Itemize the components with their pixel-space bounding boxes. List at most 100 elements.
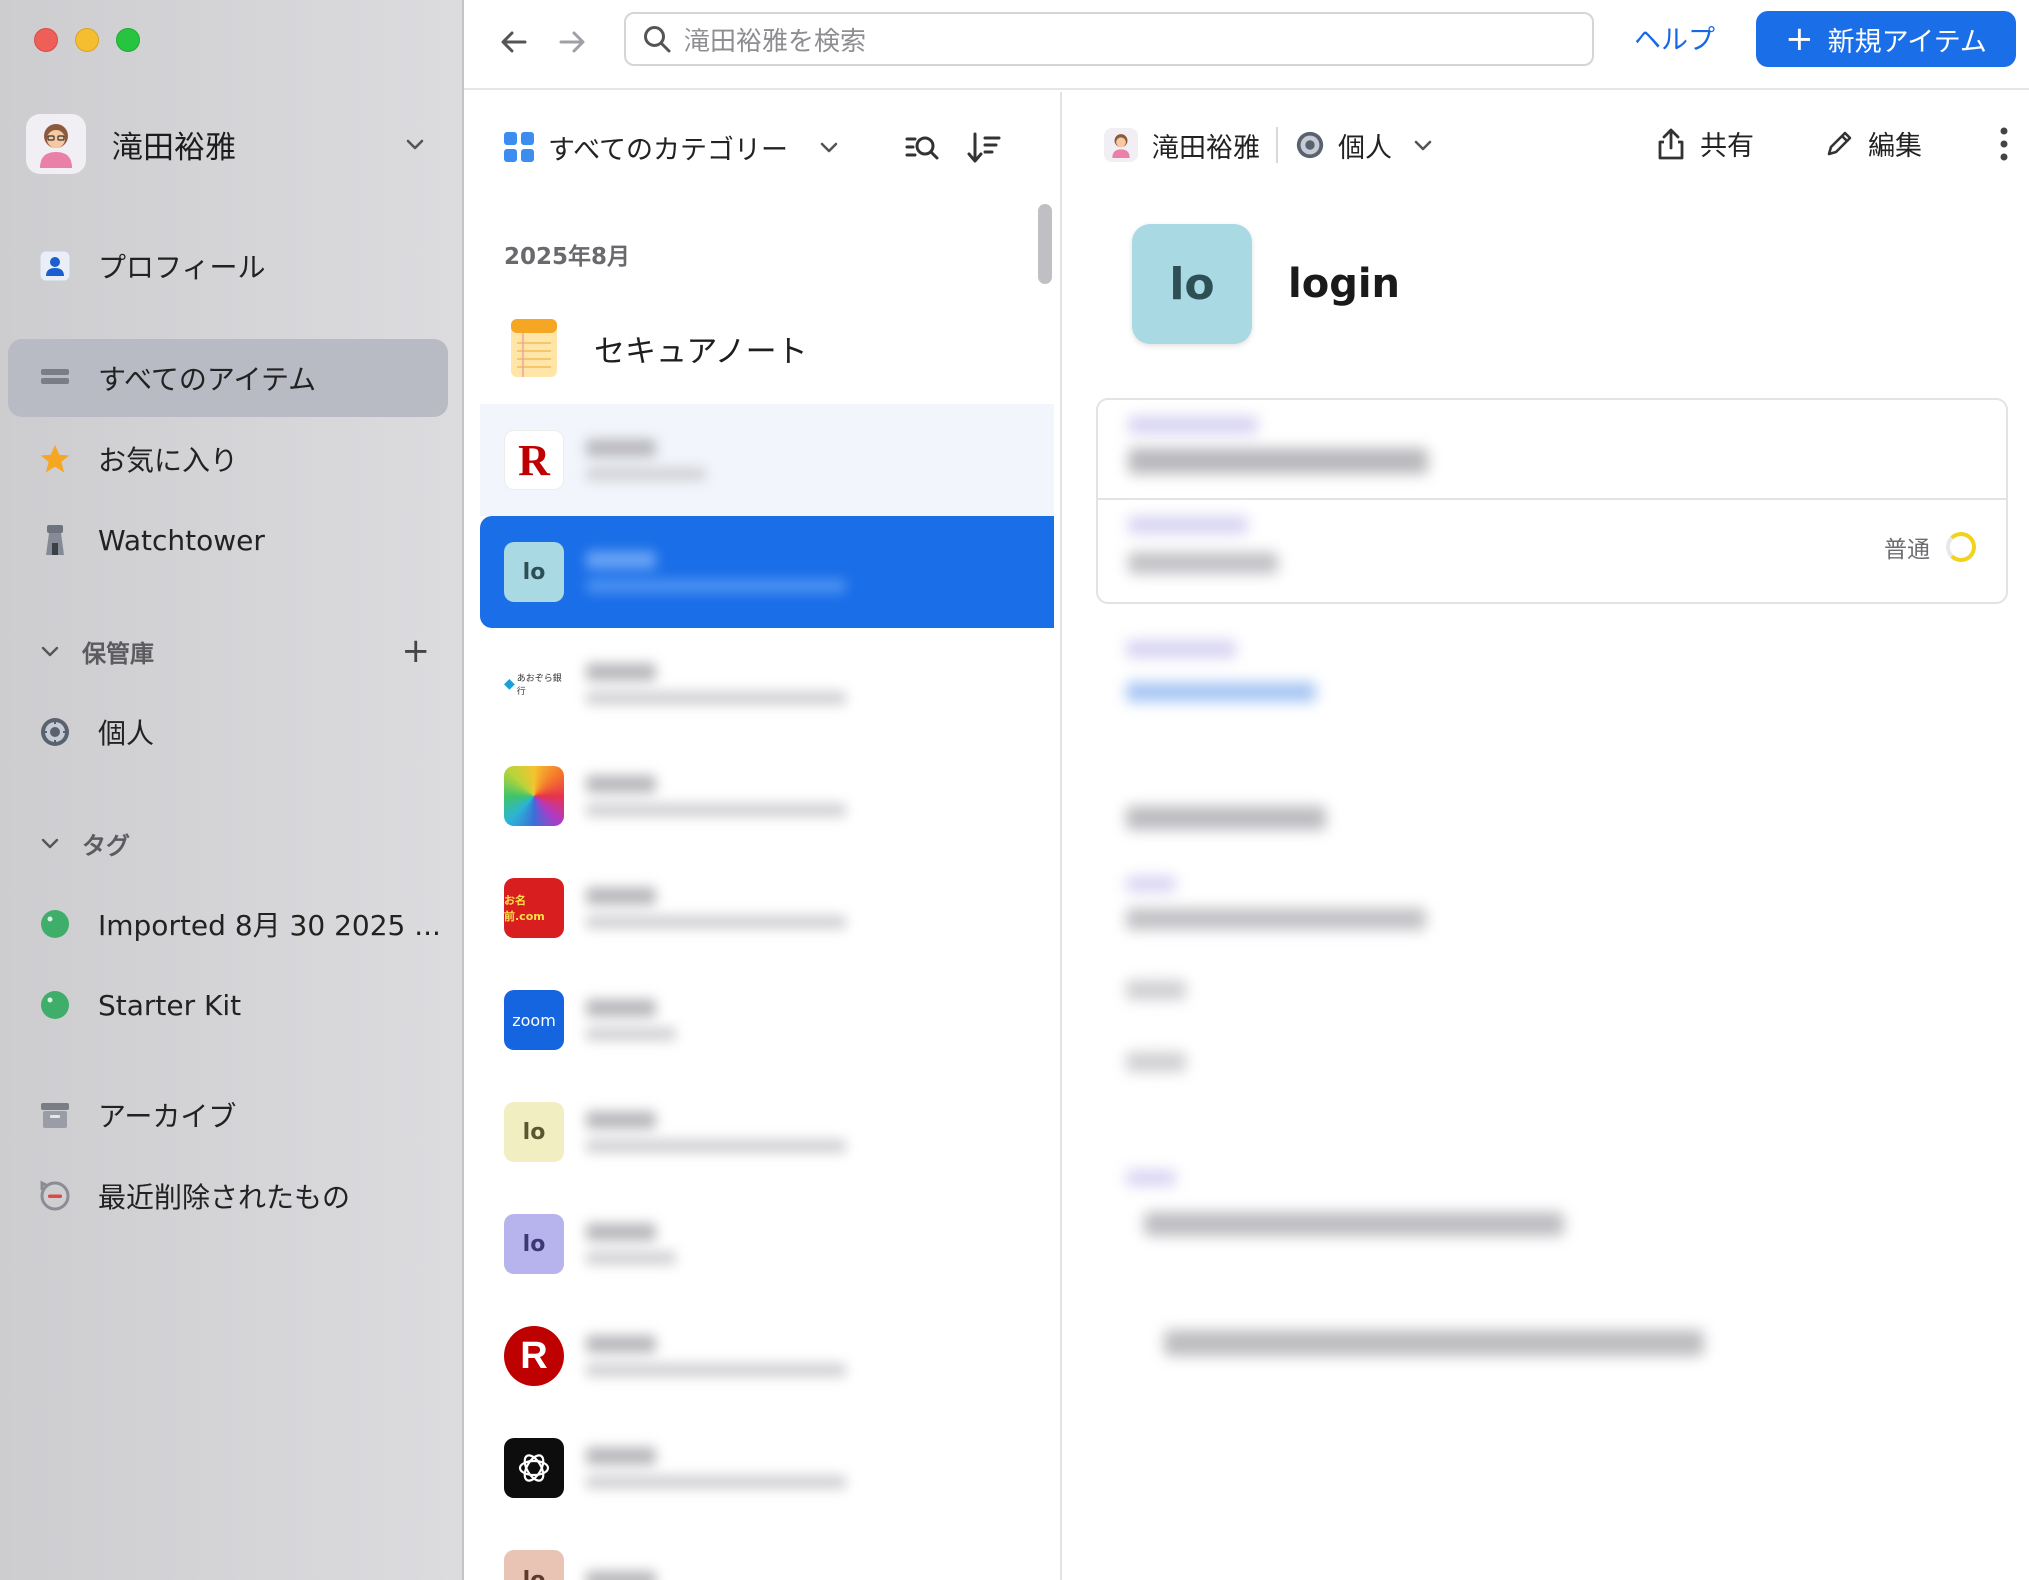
sidebar-item-label: 個人 (98, 717, 155, 750)
list-item-title: セキュアノート (594, 333, 808, 370)
close-window-button[interactable] (34, 28, 58, 52)
sidebar-item-label: すべてのアイテム (98, 363, 317, 396)
filter-search-icon[interactable] (904, 130, 940, 166)
password-strength: 普通 (1884, 530, 1976, 564)
back-button[interactable] (494, 22, 534, 62)
onamae-icon: お名前.com (504, 878, 564, 938)
blurred-password-value[interactable] (1128, 552, 1278, 574)
list-item[interactable]: R (480, 404, 1054, 516)
login-icon: lo (504, 1550, 564, 1580)
list-item[interactable]: お名前.com (480, 852, 1054, 964)
credentials-card: 普通 (1096, 398, 2008, 604)
list-item[interactable]: ◆ あおぞら銀行 (480, 628, 1054, 740)
rakuten-icon: R (504, 430, 564, 490)
zoom-window-button[interactable] (116, 28, 140, 52)
chevron-down-icon[interactable] (1412, 134, 1434, 156)
more-options-icon[interactable] (1998, 126, 2010, 162)
login-icon-text: lo (522, 1119, 546, 1145)
search-placeholder: 滝田裕雅を検索 (684, 26, 867, 57)
list-item[interactable]: lo (480, 1188, 1054, 1300)
color-wheel-icon (504, 766, 564, 826)
sidebar-item-vault-personal[interactable]: 個人 (8, 693, 448, 771)
forward-button[interactable] (552, 22, 592, 62)
zoom-icon: zoom (504, 990, 564, 1050)
zoom-logo-text: zoom (512, 1010, 556, 1030)
divider (1098, 498, 2006, 500)
login-icon: lo (504, 1214, 564, 1274)
sort-icon[interactable] (966, 130, 1002, 166)
blurred-item-text (586, 1447, 846, 1489)
login-icon-text: lo (522, 1567, 546, 1580)
categories-icon (504, 132, 534, 162)
sidebar-item-all-items[interactable]: すべてのアイテム (8, 339, 448, 417)
window-controls (34, 28, 140, 52)
blurred-item-text (586, 999, 676, 1041)
month-group-label: 2025年8月 (504, 244, 631, 270)
blurred-item-text (586, 551, 846, 593)
add-vault-button[interactable]: + (402, 634, 431, 668)
list-item-selected[interactable]: lo (480, 516, 1054, 628)
item-detail: 滝田裕雅 個人 共有 編集 lo login 普通 (1064, 92, 2029, 1580)
vault-selector[interactable]: 個人 (1338, 126, 1392, 165)
item-header: lo login (1132, 224, 1400, 344)
edit-button[interactable]: 編集 (1824, 124, 1922, 163)
vault-icon (36, 713, 74, 751)
detail-toolbar: 滝田裕雅 個人 共有 編集 (1104, 120, 2014, 170)
sidebar-item-label: 最近削除されたもの (98, 1181, 351, 1214)
watchtower-icon (36, 521, 74, 559)
list-item[interactable]: lo (480, 1076, 1054, 1188)
list-scrollbar[interactable] (1038, 204, 1052, 284)
rakuten-letter: R (504, 1326, 564, 1386)
tag-icon (36, 986, 74, 1024)
rakuten-icon: R (504, 1326, 564, 1386)
help-link[interactable]: ヘルプ (1634, 18, 1715, 57)
sidebar-item-tag-starter-kit[interactable]: Starter Kit (8, 966, 448, 1044)
archive-icon (36, 1096, 74, 1134)
blurred-item-text (586, 1571, 656, 1580)
list-item[interactable]: zoom (480, 964, 1054, 1076)
blurred-field-label (1128, 416, 1258, 434)
blurred-section-title (1126, 806, 1326, 830)
minimize-window-button[interactable] (75, 28, 99, 52)
recently-deleted-icon (36, 1177, 74, 1215)
sidebar-item-recently-deleted[interactable]: 最近削除されたもの (8, 1157, 448, 1235)
owner-name: 滝田裕雅 (1152, 132, 1260, 164)
category-dropdown[interactable]: すべてのカテゴリー (548, 128, 788, 167)
category-filter: すべてのカテゴリー (504, 122, 1044, 172)
blurred-item-text (586, 1111, 846, 1153)
pencil-icon (1827, 131, 1852, 155)
share-icon (1658, 128, 1684, 159)
sidebar-item-archive[interactable]: アーカイブ (8, 1076, 448, 1154)
sidebar-item-favorites[interactable]: お気に入り (8, 420, 448, 498)
sidebar-item-profile[interactable]: プロフィール (8, 227, 448, 305)
edit-label: 編集 (1868, 131, 1922, 162)
blurred-item-text (586, 1335, 846, 1377)
list-item[interactable] (480, 1412, 1054, 1524)
plus-icon: + (1785, 19, 1814, 59)
share-button[interactable]: 共有 (1656, 124, 1754, 163)
search-icon (644, 26, 671, 53)
blurred-username-value[interactable] (1128, 448, 1428, 474)
list-item[interactable]: R (480, 1300, 1054, 1412)
new-item-label: 新規アイテム (1827, 26, 1987, 58)
bank-logo-text: あおぞら銀行 (516, 674, 562, 697)
tags-section-header[interactable]: タグ (40, 823, 430, 863)
blurred-website-link[interactable] (1126, 682, 1316, 702)
list-item[interactable]: lo (480, 1524, 1054, 1580)
list-item[interactable] (480, 740, 1054, 852)
sidebar-item-watchtower[interactable]: Watchtower (8, 501, 448, 579)
new-item-button[interactable]: + 新規アイテム (1756, 11, 2016, 67)
blurred-field-value (1126, 1052, 1186, 1072)
search-input[interactable]: 滝田裕雅を検索 (624, 12, 1594, 66)
account-switcher[interactable]: 滝田裕雅 (26, 112, 426, 176)
blurred-item-text (586, 1223, 676, 1265)
account-name: 滝田裕雅 (112, 129, 236, 166)
sidebar-item-tag-imported[interactable]: Imported 8月 30 2025 ... (8, 885, 448, 963)
chevron-down-icon[interactable] (818, 136, 840, 158)
item-title: login (1288, 261, 1401, 307)
login-icon-text: lo (1169, 258, 1215, 310)
sidebar-item-label: Watchtower (98, 523, 265, 557)
arrow-left-icon (501, 31, 527, 53)
list-item[interactable]: セキュアノート (480, 292, 1054, 404)
vaults-section-header[interactable]: 保管庫 + (40, 631, 430, 671)
